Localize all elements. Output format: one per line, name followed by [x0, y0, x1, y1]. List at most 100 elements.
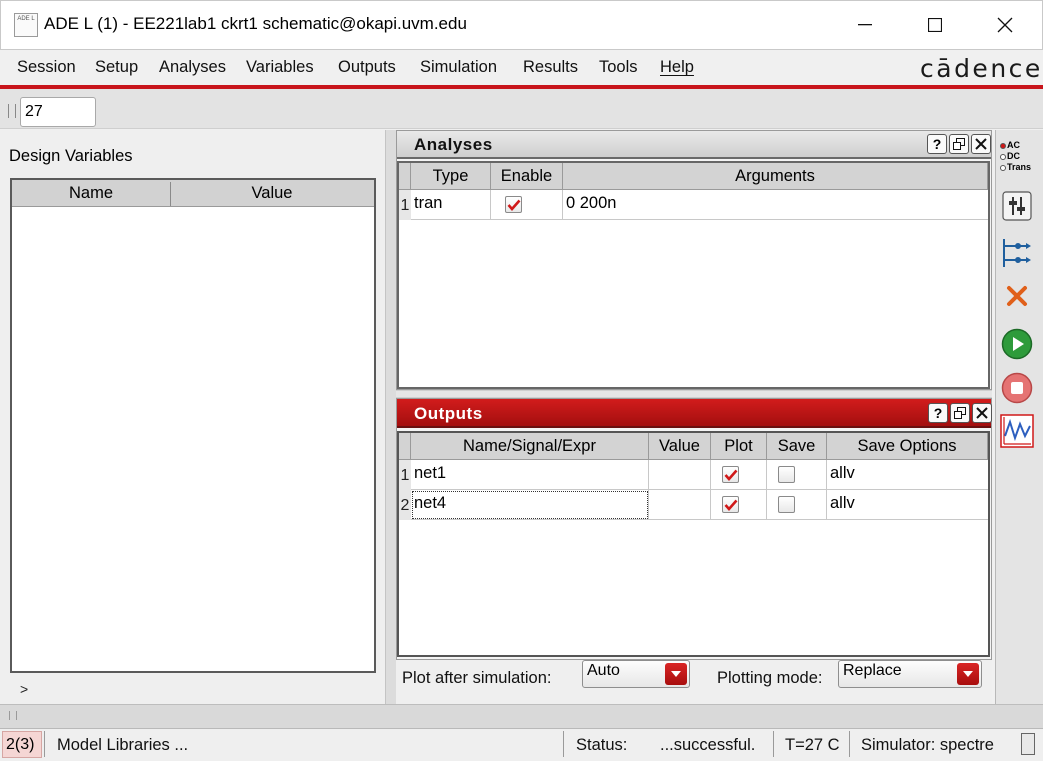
- float-window-icon: [954, 407, 966, 419]
- outputs-table[interactable]: Name/Signal/Expr Value Plot Save Save Op…: [397, 431, 990, 657]
- status-separator: [44, 731, 45, 757]
- radio-dot-icon: [1000, 142, 1006, 149]
- column-header-value[interactable]: Value: [171, 184, 373, 203]
- plot-outputs-button[interactable]: [1000, 414, 1034, 448]
- save-cell: [767, 460, 827, 490]
- close-icon: [975, 138, 987, 150]
- menu-setup[interactable]: Setup: [95, 58, 138, 77]
- plot-checkbox[interactable]: [722, 466, 739, 483]
- column-header-save-options[interactable]: Save Options: [827, 433, 988, 460]
- panel-splitter[interactable]: [396, 390, 992, 398]
- column-header-name[interactable]: Name: [12, 184, 170, 203]
- red-checkmark-icon: [724, 469, 737, 481]
- analyses-close-button[interactable]: [971, 134, 991, 154]
- close-button[interactable]: [970, 0, 1040, 50]
- waveform-plot-icon: [1000, 414, 1034, 448]
- outputs-float-button[interactable]: [950, 403, 970, 423]
- column-header-arguments[interactable]: Arguments: [563, 163, 988, 190]
- design-variables-title: Design Variables: [9, 147, 133, 165]
- grip-handle[interactable]: [9, 711, 17, 720]
- status-separator: [773, 731, 774, 757]
- menu-results[interactable]: Results: [523, 58, 578, 77]
- radio-trans[interactable]: Trans: [1000, 162, 1038, 173]
- status-value: ...successful.: [660, 736, 756, 754]
- app-icon: ADE L: [14, 13, 38, 37]
- menu-simulation[interactable]: Simulation: [420, 58, 497, 77]
- simulator-status: Simulator: spectre: [861, 736, 994, 754]
- outputs-title: Outputs: [414, 404, 483, 423]
- toolbar-grip-handle[interactable]: [8, 104, 16, 118]
- outputs-title-bar: [397, 399, 991, 428]
- menu-tools[interactable]: Tools: [599, 58, 638, 77]
- red-checkmark-icon: [507, 199, 520, 211]
- column-header-plot[interactable]: Plot: [711, 433, 767, 460]
- minimize-button[interactable]: [830, 0, 900, 50]
- menu-analyses[interactable]: Analyses: [159, 58, 226, 77]
- command-prompt[interactable]: >: [20, 681, 28, 697]
- table-row[interactable]: 1 tran 0 200n: [399, 190, 988, 220]
- design-variables-table[interactable]: [10, 178, 376, 673]
- output-name[interactable]: net1: [411, 460, 649, 490]
- table-row[interactable]: 1 net1 allv: [399, 460, 988, 490]
- plot-after-simulation-select[interactable]: Auto: [582, 660, 690, 688]
- plot-after-simulation-label: Plot after simulation:: [402, 669, 552, 687]
- temperature-status: T=27 C: [785, 736, 840, 754]
- status-index-badge: 2(3): [2, 731, 42, 758]
- close-icon: [997, 17, 1013, 33]
- radio-ac[interactable]: AC: [1000, 140, 1038, 151]
- analysis-type[interactable]: tran: [411, 190, 491, 220]
- analysis-arguments[interactable]: 0 200n: [563, 190, 988, 220]
- model-libraries-status[interactable]: Model Libraries ...: [57, 736, 188, 755]
- analyses-title: Analyses: [414, 135, 493, 154]
- save-options[interactable]: allv: [827, 460, 988, 490]
- radio-dot-icon: [1000, 164, 1006, 171]
- float-window-icon: [953, 138, 965, 150]
- column-header-save[interactable]: Save: [767, 433, 827, 460]
- temperature-input[interactable]: 27: [20, 97, 96, 127]
- edit-variables-button[interactable]: [1000, 189, 1034, 223]
- save-checkbox[interactable]: [778, 466, 795, 483]
- output-value[interactable]: [649, 490, 711, 520]
- run-simulation-button[interactable]: [1000, 327, 1034, 361]
- menu-variables[interactable]: Variables: [246, 58, 314, 77]
- radio-ac-label: AC: [1007, 140, 1020, 150]
- menu-help[interactable]: Help: [660, 58, 694, 77]
- stop-icon: [1001, 372, 1033, 404]
- status-separator: [849, 731, 850, 757]
- analyses-float-button[interactable]: [949, 134, 969, 154]
- radio-dc[interactable]: DC: [1000, 151, 1038, 162]
- horizontal-scroll-area: [0, 704, 1043, 728]
- setup-netlist-button[interactable]: [1000, 236, 1034, 270]
- plot-cell: [711, 490, 767, 520]
- panel-splitter[interactable]: [386, 130, 396, 704]
- outputs-close-button[interactable]: [972, 403, 992, 423]
- outputs-help-button[interactable]: ?: [928, 403, 948, 423]
- menu-outputs[interactable]: Outputs: [338, 58, 396, 77]
- plot-checkbox[interactable]: [722, 496, 739, 513]
- status-label: Status:: [576, 736, 628, 754]
- save-checkbox[interactable]: [778, 496, 795, 513]
- enable-cell: [491, 190, 563, 220]
- column-header-type[interactable]: Type: [411, 163, 491, 190]
- plot-after-simulation-value: Auto: [587, 662, 620, 679]
- stop-simulation-button[interactable]: [1000, 371, 1034, 405]
- delete-button[interactable]: [1000, 279, 1034, 313]
- radio-dc-label: DC: [1007, 151, 1020, 161]
- analysis-type-radio-group[interactable]: AC DC Trans: [1000, 140, 1038, 180]
- output-value[interactable]: [649, 460, 711, 490]
- column-header-enable[interactable]: Enable: [491, 163, 563, 190]
- output-name[interactable]: net4: [411, 490, 649, 520]
- status-bar-end-handle: [1021, 733, 1035, 755]
- analyses-table[interactable]: Type Enable Arguments 1 tran 0 200n: [397, 161, 990, 389]
- menu-session[interactable]: Session: [17, 58, 76, 77]
- save-options[interactable]: allv: [827, 490, 988, 520]
- maximize-button[interactable]: [900, 0, 970, 50]
- column-header-value[interactable]: Value: [649, 433, 711, 460]
- red-checkmark-icon: [724, 499, 737, 511]
- radio-trans-label: Trans: [1007, 162, 1032, 172]
- enable-checkbox[interactable]: [505, 196, 522, 213]
- plotting-mode-select[interactable]: Replace: [838, 660, 982, 688]
- column-header-name-signal-expr[interactable]: Name/Signal/Expr: [411, 433, 649, 460]
- table-row[interactable]: 2 net4 allv: [399, 490, 988, 520]
- analyses-help-button[interactable]: ?: [927, 134, 947, 154]
